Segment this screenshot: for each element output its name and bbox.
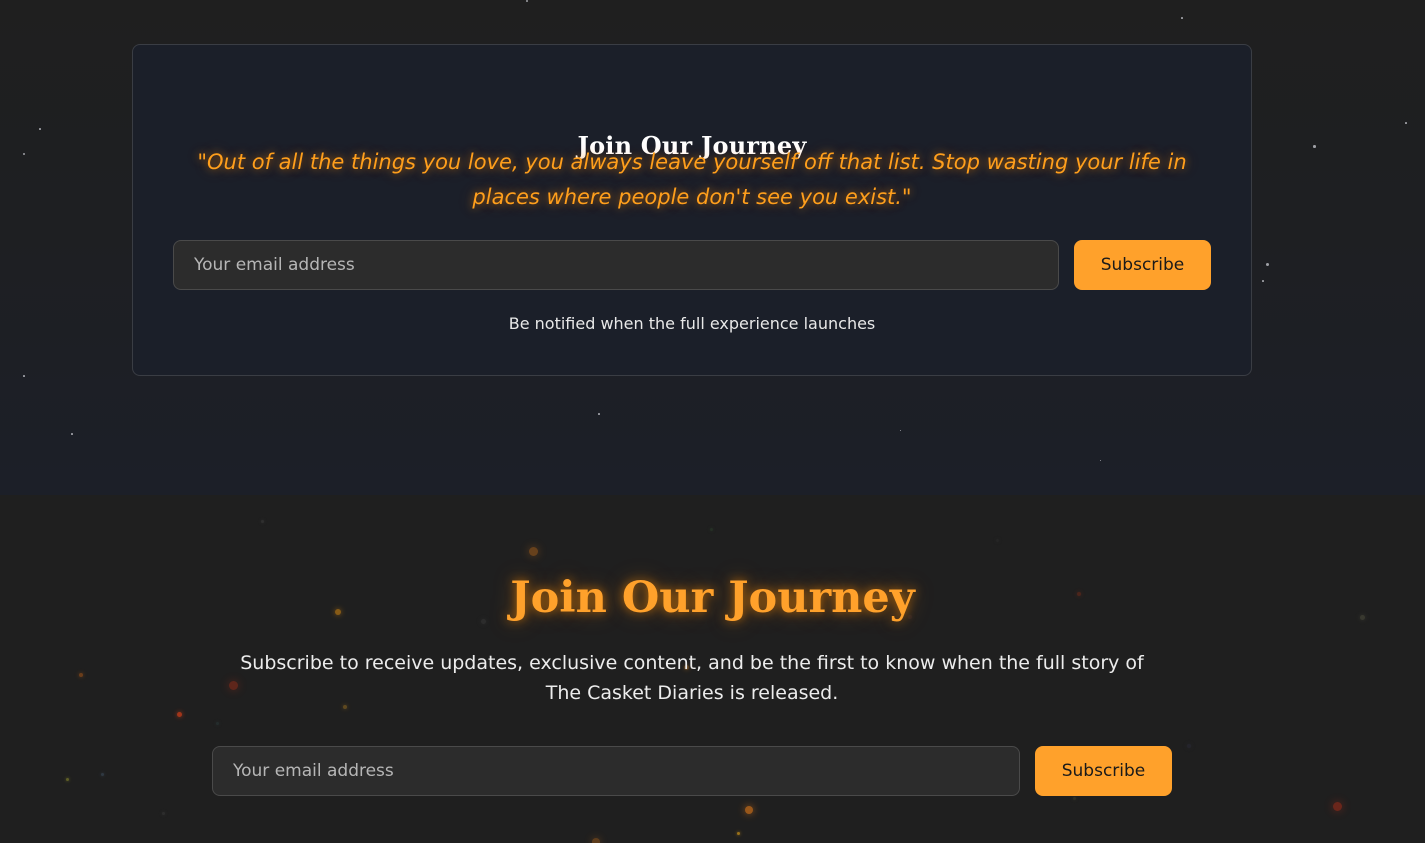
star-dot bbox=[1313, 145, 1316, 148]
star-dot bbox=[1266, 263, 1269, 266]
star-dot bbox=[900, 430, 901, 431]
newsletter-card: Join Our Journey "Out of all the things … bbox=[132, 44, 1252, 376]
ember-particle bbox=[177, 712, 182, 717]
section-title: Join Our Journey bbox=[510, 573, 915, 623]
ember-particle bbox=[162, 812, 165, 815]
ember-particle bbox=[101, 773, 104, 776]
ember-particle bbox=[737, 832, 740, 835]
subscribe-button[interactable]: Subscribe bbox=[1074, 240, 1211, 290]
email-field[interactable] bbox=[212, 746, 1020, 796]
ember-particle bbox=[1187, 744, 1191, 748]
subscribe-button[interactable]: Subscribe bbox=[1035, 746, 1172, 796]
ember-particle bbox=[66, 778, 69, 781]
ember-particle bbox=[529, 547, 538, 556]
card-quote: "Out of all the things you love, you alw… bbox=[197, 150, 1187, 209]
subscribe-section: Join Our Journey Subscribe to receive up… bbox=[0, 495, 1425, 843]
star-dot bbox=[71, 433, 73, 435]
ember-particle bbox=[745, 806, 753, 814]
newsletter-section-top: Join Our Journey "Out of all the things … bbox=[0, 0, 1425, 495]
star-dot bbox=[1262, 280, 1264, 282]
launch-note: Be notified when the full experience lau… bbox=[508, 314, 876, 333]
ember-particle bbox=[261, 520, 264, 523]
star-dot bbox=[526, 0, 528, 2]
section-description: Subscribe to receive updates, exclusive … bbox=[240, 652, 1144, 704]
email-field[interactable] bbox=[173, 240, 1059, 290]
star-dot bbox=[1181, 17, 1183, 19]
star-dot bbox=[23, 375, 25, 377]
star-dot bbox=[1100, 460, 1101, 461]
ember-particle bbox=[79, 673, 83, 677]
ember-particle bbox=[1073, 797, 1076, 800]
star-dot bbox=[39, 128, 41, 130]
ember-particle bbox=[216, 722, 219, 725]
ember-particle bbox=[592, 838, 600, 843]
star-dot bbox=[1405, 122, 1407, 124]
ember-particle bbox=[996, 539, 999, 542]
ember-particle bbox=[710, 528, 713, 531]
ember-particle bbox=[1333, 802, 1342, 811]
star-dot bbox=[598, 413, 600, 415]
star-dot bbox=[23, 153, 25, 155]
